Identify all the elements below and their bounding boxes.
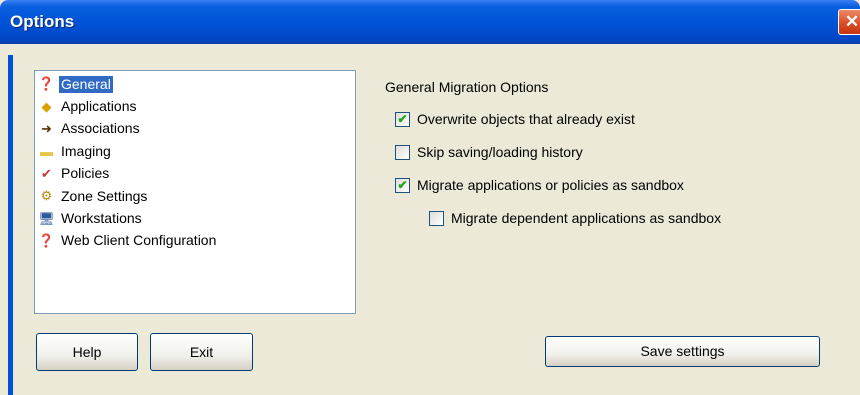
sidebar-item-label: Policies xyxy=(61,165,110,182)
sidebar-item-policies[interactable]: ✔ Policies xyxy=(37,163,355,185)
close-button[interactable]: ✕ xyxy=(838,9,860,35)
checkbox-box[interactable]: ✔ xyxy=(395,177,410,193)
sidebar-item-label: Associations xyxy=(61,120,140,137)
sidebar-item-applications[interactable]: ◆ Applications xyxy=(37,95,355,117)
sidebar-item-label: Applications xyxy=(61,98,137,115)
zone-settings-icon: ⚙ xyxy=(40,188,53,204)
migrate-dependent-sandbox-checkbox[interactable]: Migrate dependent applications as sandbo… xyxy=(429,210,721,226)
checkbox-box[interactable] xyxy=(429,210,444,226)
applications-icon: ◆ xyxy=(41,98,52,114)
skip-history-checkbox[interactable]: Skip saving/loading history xyxy=(395,144,583,160)
migrate-as-sandbox-checkbox[interactable]: ✔ Migrate applications or policies as sa… xyxy=(395,177,684,193)
overwrite-objects-checkbox[interactable]: ✔ Overwrite objects that already exist xyxy=(395,111,635,127)
sidebar-item-associations[interactable]: ➜ Associations xyxy=(37,118,355,140)
sidebar-item-imaging[interactable]: ▬ Imaging xyxy=(37,140,355,162)
checkbox-box[interactable] xyxy=(395,144,410,160)
sidebar-item-web-client-configuration[interactable]: ❓ Web Client Configuration xyxy=(37,230,355,252)
sidebar-item-label: Workstations xyxy=(61,210,142,227)
checkbox-label: Migrate dependent applications as sandbo… xyxy=(451,210,722,226)
category-list[interactable]: ❓ General ◆ Applications ➜ Associations … xyxy=(34,70,356,314)
associations-icon: ➜ xyxy=(41,120,52,136)
save-settings-button[interactable]: Save settings xyxy=(545,336,820,367)
sidebar-item-general[interactable]: ❓ General xyxy=(37,73,355,95)
help-button[interactable]: Help xyxy=(36,333,138,371)
sidebar-item-label: Zone Settings xyxy=(61,187,148,204)
web-client-icon: ❓ xyxy=(38,232,55,248)
window-frame xyxy=(8,55,13,395)
general-icon: ❓ xyxy=(38,76,55,92)
sidebar-item-zone-settings[interactable]: ⚙ Zone Settings xyxy=(37,185,355,207)
sidebar-item-label: Imaging xyxy=(61,142,111,159)
checkbox-label: Migrate applications or policies as sand… xyxy=(417,177,684,193)
window-title: Options xyxy=(10,12,75,31)
close-icon: ✕ xyxy=(844,12,860,31)
sidebar-item-workstations[interactable]: 🖥 Workstations xyxy=(37,207,355,229)
checkbox-box[interactable]: ✔ xyxy=(395,111,410,127)
checkbox-label: Overwrite objects that already exist xyxy=(417,111,635,127)
exit-button[interactable]: Exit xyxy=(150,333,253,371)
folder-icon: ▬ xyxy=(40,143,53,159)
policies-icon: ✔ xyxy=(41,165,52,181)
sidebar-item-label: General xyxy=(58,74,114,94)
checkbox-label: Skip saving/loading history xyxy=(417,144,583,160)
section-title: General Migration Options xyxy=(385,79,549,95)
title-bar: Options ✕ xyxy=(0,0,860,44)
workstation-icon: 🖥 xyxy=(38,210,55,226)
sidebar-item-label: Web Client Configuration xyxy=(61,232,217,249)
